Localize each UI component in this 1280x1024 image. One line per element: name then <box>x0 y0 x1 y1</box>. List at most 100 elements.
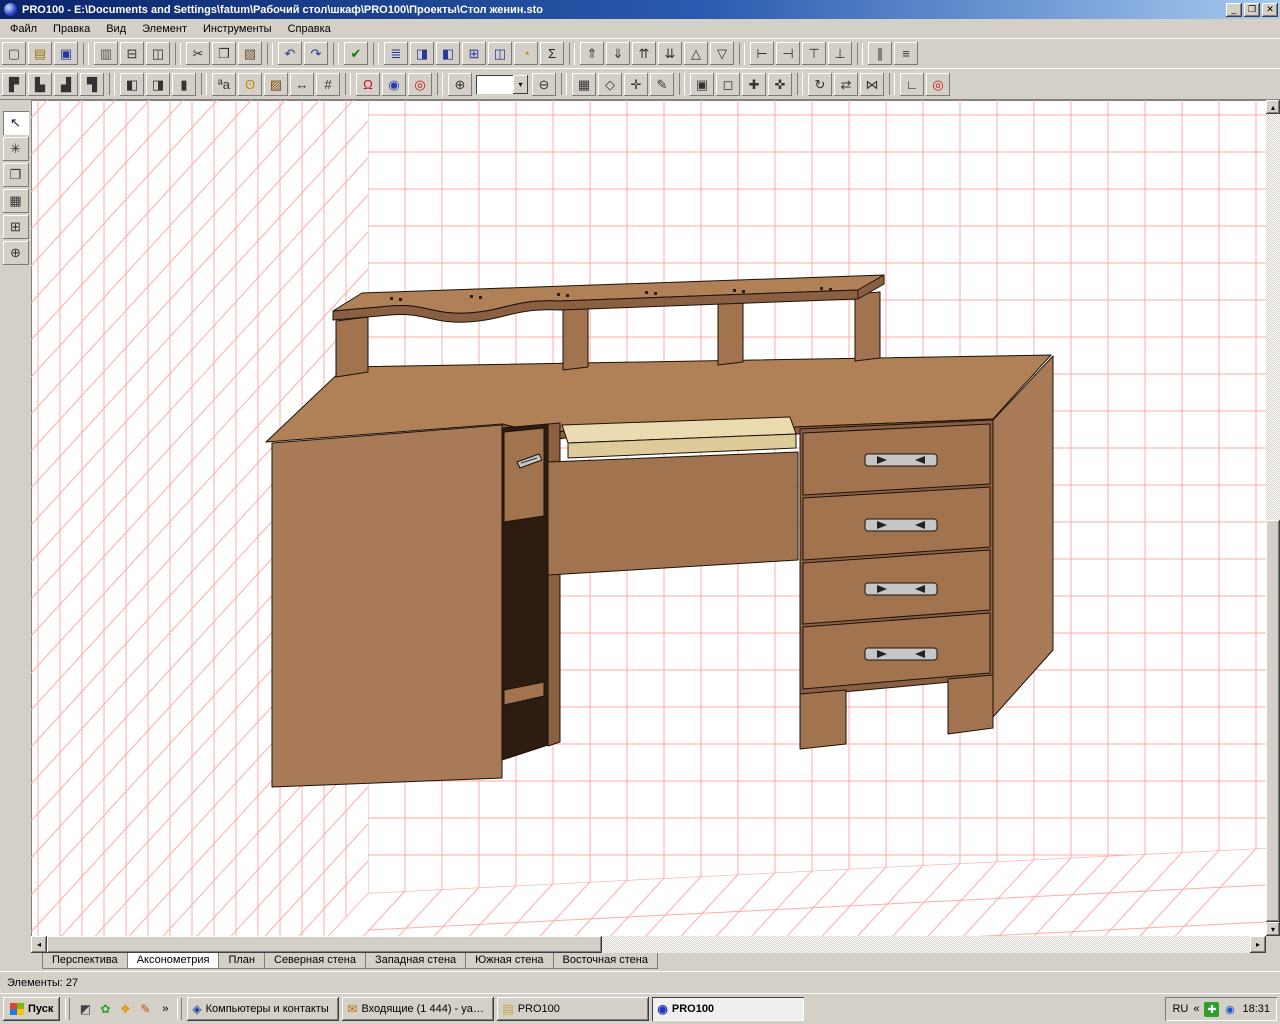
btn-align-bottom[interactable]: ⊥ <box>828 42 852 65</box>
separator[interactable] <box>175 43 181 65</box>
task-pro100-app[interactable]: ◉ PRO100 <box>652 997 804 1021</box>
separator[interactable] <box>333 43 339 65</box>
menu-view[interactable]: Вид <box>98 21 134 37</box>
quicklaunch-show-desktop[interactable]: ◩ <box>75 999 95 1019</box>
maximize-button[interactable]: ❐ <box>1244 3 1260 17</box>
btn-align-left[interactable]: ⊢ <box>750 42 774 65</box>
desk-model[interactable] <box>266 275 1053 787</box>
btn-pointer-add[interactable]: ✛ <box>624 73 648 96</box>
tray-antivirus[interactable]: ✚ <box>1204 1002 1219 1017</box>
design-canvas[interactable] <box>31 100 1266 936</box>
tool-select[interactable]: ↖ <box>3 111 29 135</box>
btn-frame-empty[interactable]: ◻ <box>716 73 740 96</box>
drawer-handle-4[interactable] <box>865 648 937 660</box>
tool-zoom[interactable]: ⊕ <box>3 241 29 265</box>
scroll-down-button[interactable]: ▾ <box>1266 922 1280 936</box>
btn-copy[interactable]: ❐ <box>212 42 236 65</box>
btn-raise-back[interactable]: ⇓ <box>606 42 630 65</box>
btn-dimensions[interactable]: ↔ <box>290 73 314 96</box>
hutch-left-support[interactable] <box>336 317 368 377</box>
scroll-right-button[interactable]: ▸ <box>1250 936 1266 953</box>
btn-lower[interactable]: ▽ <box>710 42 734 65</box>
btn-rotate[interactable]: ↻ <box>808 73 832 96</box>
minimize-button[interactable]: _ <box>1226 3 1242 17</box>
btn-lift[interactable]: △ <box>684 42 708 65</box>
drawer-handle-1[interactable] <box>865 454 937 466</box>
btn-center-horizontal[interactable]: ✜ <box>768 73 792 96</box>
btn-view-floor[interactable]: ▟ <box>54 73 78 96</box>
btn-redo[interactable]: ↷ <box>304 42 328 65</box>
btn-report[interactable]: ≣ <box>384 42 408 65</box>
btn-zoom-out[interactable]: ⊖ <box>532 73 556 96</box>
hutch-support-2[interactable] <box>718 298 743 365</box>
btn-draw[interactable]: ✎ <box>650 73 674 96</box>
separator[interactable] <box>679 73 685 95</box>
btn-align-right[interactable]: ⊣ <box>776 42 800 65</box>
menu-tools[interactable]: Инструменты <box>195 21 280 37</box>
btn-print-preview[interactable]: ◫ <box>146 42 170 65</box>
btn-view-room[interactable]: ▜ <box>80 73 104 96</box>
separator[interactable] <box>437 73 443 95</box>
tab-plan[interactable]: План <box>218 953 265 969</box>
tool-elements[interactable]: ▦ <box>3 189 29 213</box>
btn-align-top[interactable]: ⊤ <box>802 42 826 65</box>
separator[interactable] <box>569 43 575 65</box>
btn-render[interactable]: ◉ <box>382 73 406 96</box>
tool-copy[interactable]: ❐ <box>3 163 29 187</box>
btn-page-setup[interactable]: ▥ <box>94 42 118 65</box>
btn-corner[interactable]: ∟ <box>900 73 924 96</box>
separator[interactable] <box>345 73 351 95</box>
title-bar[interactable]: PRO100 - E:\Documents and Settings\fatum… <box>0 0 1280 19</box>
btn-time-report[interactable]: ◔ <box>514 42 538 65</box>
close-button[interactable]: ✕ <box>1262 3 1278 17</box>
separator[interactable] <box>739 43 745 65</box>
vertical-scroll-thumb[interactable] <box>1266 520 1280 922</box>
btn-frame[interactable]: ▣ <box>690 73 714 96</box>
vertical-scrollbar[interactable]: ▴ ▾ <box>1266 100 1280 936</box>
menu-file[interactable]: Файл <box>2 21 45 37</box>
zoom-combo[interactable]: ▾ <box>476 75 528 94</box>
horizontal-scrollbar[interactable]: ◂ ▸ <box>31 936 1266 953</box>
task-folder-pro100[interactable]: ▤ PRO100 <box>497 997 649 1021</box>
btn-sheet-horizontal[interactable]: ◧ <box>120 73 144 96</box>
separator[interactable] <box>857 43 863 65</box>
btn-price-list[interactable]: ◨ <box>410 42 434 65</box>
quick-launch-overflow[interactable]: » <box>158 999 172 1019</box>
separator[interactable] <box>109 73 115 95</box>
btn-select-region[interactable]: ▦ <box>572 73 596 96</box>
btn-target[interactable]: ◎ <box>926 73 950 96</box>
zoom-combo-dropdown[interactable]: ▾ <box>513 75 528 94</box>
btn-distribute[interactable]: ∥ <box>868 42 892 65</box>
btn-textures[interactable]: ▨ <box>264 73 288 96</box>
scroll-left-button[interactable]: ◂ <box>31 936 47 953</box>
separator[interactable] <box>373 43 379 65</box>
clock[interactable]: 18:31 <box>1242 1003 1270 1015</box>
menu-edit[interactable]: Правка <box>45 21 98 37</box>
btn-save[interactable]: ▣ <box>54 42 78 65</box>
pedestal-right-foot[interactable] <box>948 675 993 734</box>
right-side-panel[interactable] <box>993 356 1053 717</box>
btn-move-down[interactable]: ⇊ <box>658 42 682 65</box>
btn-mirror[interactable]: ⋈ <box>860 73 884 96</box>
btn-center-view[interactable]: ◎ <box>408 73 432 96</box>
quicklaunch-editor[interactable]: ✎ <box>135 999 155 1019</box>
separator[interactable] <box>889 73 895 95</box>
btn-group[interactable]: ≡ <box>894 42 918 65</box>
separator[interactable] <box>201 73 207 95</box>
horizontal-scroll-thumb[interactable] <box>47 936 602 953</box>
btn-raise-front[interactable]: ⇑ <box>580 42 604 65</box>
menu-element[interactable]: Элемент <box>134 21 195 37</box>
tab-east-wall[interactable]: Восточная стена <box>553 953 658 969</box>
separator[interactable] <box>267 43 273 65</box>
zoom-combo-value[interactable] <box>476 75 513 94</box>
btn-view-left-wall[interactable]: ▙ <box>28 73 52 96</box>
btn-text-labels[interactable]: ªa <box>212 73 236 96</box>
btn-print[interactable]: ⊟ <box>120 42 144 65</box>
btn-element-list[interactable]: ⊞ <box>462 42 486 65</box>
drawer-handle-2[interactable] <box>865 519 937 531</box>
tool-measure[interactable]: ⊞ <box>3 215 29 239</box>
btn-snap[interactable]: Ω <box>356 73 380 96</box>
btn-grid[interactable]: # <box>316 73 340 96</box>
btn-center-vertical[interactable]: ✚ <box>742 73 766 96</box>
niche-drawer-front[interactable] <box>504 428 544 522</box>
